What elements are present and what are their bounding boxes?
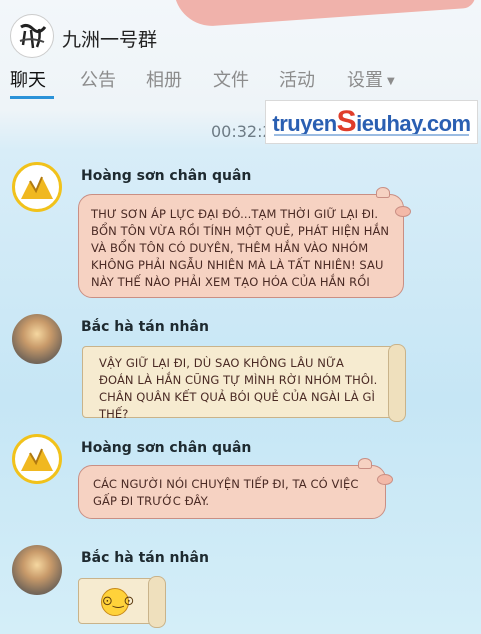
bubble-decoration bbox=[376, 187, 390, 198]
tab-chat[interactable]: 聊天 bbox=[10, 66, 46, 92]
bubble-decoration bbox=[395, 206, 411, 217]
sender-avatar[interactable] bbox=[12, 545, 62, 595]
sender-name: Hoàng sơn chân quân bbox=[81, 440, 252, 456]
sender-name: Hoàng sơn chân quân bbox=[81, 168, 252, 184]
tab-activities[interactable]: 活动 bbox=[279, 66, 315, 92]
bubble-decoration bbox=[148, 576, 166, 628]
caret-down-icon: ▼ bbox=[387, 75, 395, 87]
calligraphy-avatar-icon bbox=[19, 23, 47, 49]
message-bubble[interactable]: Các người nói chuyện tiếp đi, ta có việc… bbox=[78, 465, 386, 519]
sender-avatar[interactable] bbox=[12, 434, 62, 484]
tab-announcements[interactable]: 公告 bbox=[80, 66, 116, 92]
tab-settings-label: 设置 bbox=[347, 70, 383, 91]
tab-files[interactable]: 文件 bbox=[213, 66, 249, 92]
group-avatar[interactable] bbox=[10, 14, 54, 58]
tab-settings[interactable]: 设置 ▼ bbox=[347, 66, 395, 92]
group-title: 九洲一号群 bbox=[62, 29, 158, 51]
message-bubble[interactable]: ⊙‿⊙ bbox=[78, 578, 154, 624]
mountain-avatar-icon bbox=[21, 176, 53, 199]
surprised-face-icon: ⊙‿⊙ bbox=[101, 588, 134, 616]
bubble-decoration bbox=[358, 458, 372, 469]
sender-name: Bắc hà tán nhân bbox=[81, 550, 209, 566]
message-text: Thư sơn áp lực đại đó...tạm thời giữ lại… bbox=[91, 207, 390, 289]
message-timestamp: 00:32:2 bbox=[211, 122, 273, 141]
tab-album[interactable]: 相册 bbox=[146, 66, 182, 92]
bubble-decoration bbox=[377, 474, 393, 485]
chat-header: 九洲一号群 bbox=[0, 0, 481, 62]
message-text: Các người nói chuyện tiếp đi, ta có việc… bbox=[93, 477, 359, 508]
message-text: Vậy giữ lại đi, dù sao không lâu nữa đoá… bbox=[99, 356, 378, 421]
bubble-decoration bbox=[388, 344, 406, 422]
active-tab-indicator bbox=[10, 96, 54, 99]
message-bubble[interactable]: Vậy giữ lại đi, dù sao không lâu nữa đoá… bbox=[82, 346, 394, 421]
message-bubble[interactable]: Thư sơn áp lực đại đó...tạm thời giữ lại… bbox=[78, 194, 404, 298]
mountain-avatar-icon bbox=[21, 448, 53, 471]
sender-name: Bắc hà tán nhân bbox=[81, 319, 209, 335]
sender-avatar[interactable] bbox=[12, 314, 62, 364]
sender-avatar[interactable] bbox=[12, 162, 62, 212]
watermark-logo: truyenSieuhay.com bbox=[265, 100, 478, 144]
